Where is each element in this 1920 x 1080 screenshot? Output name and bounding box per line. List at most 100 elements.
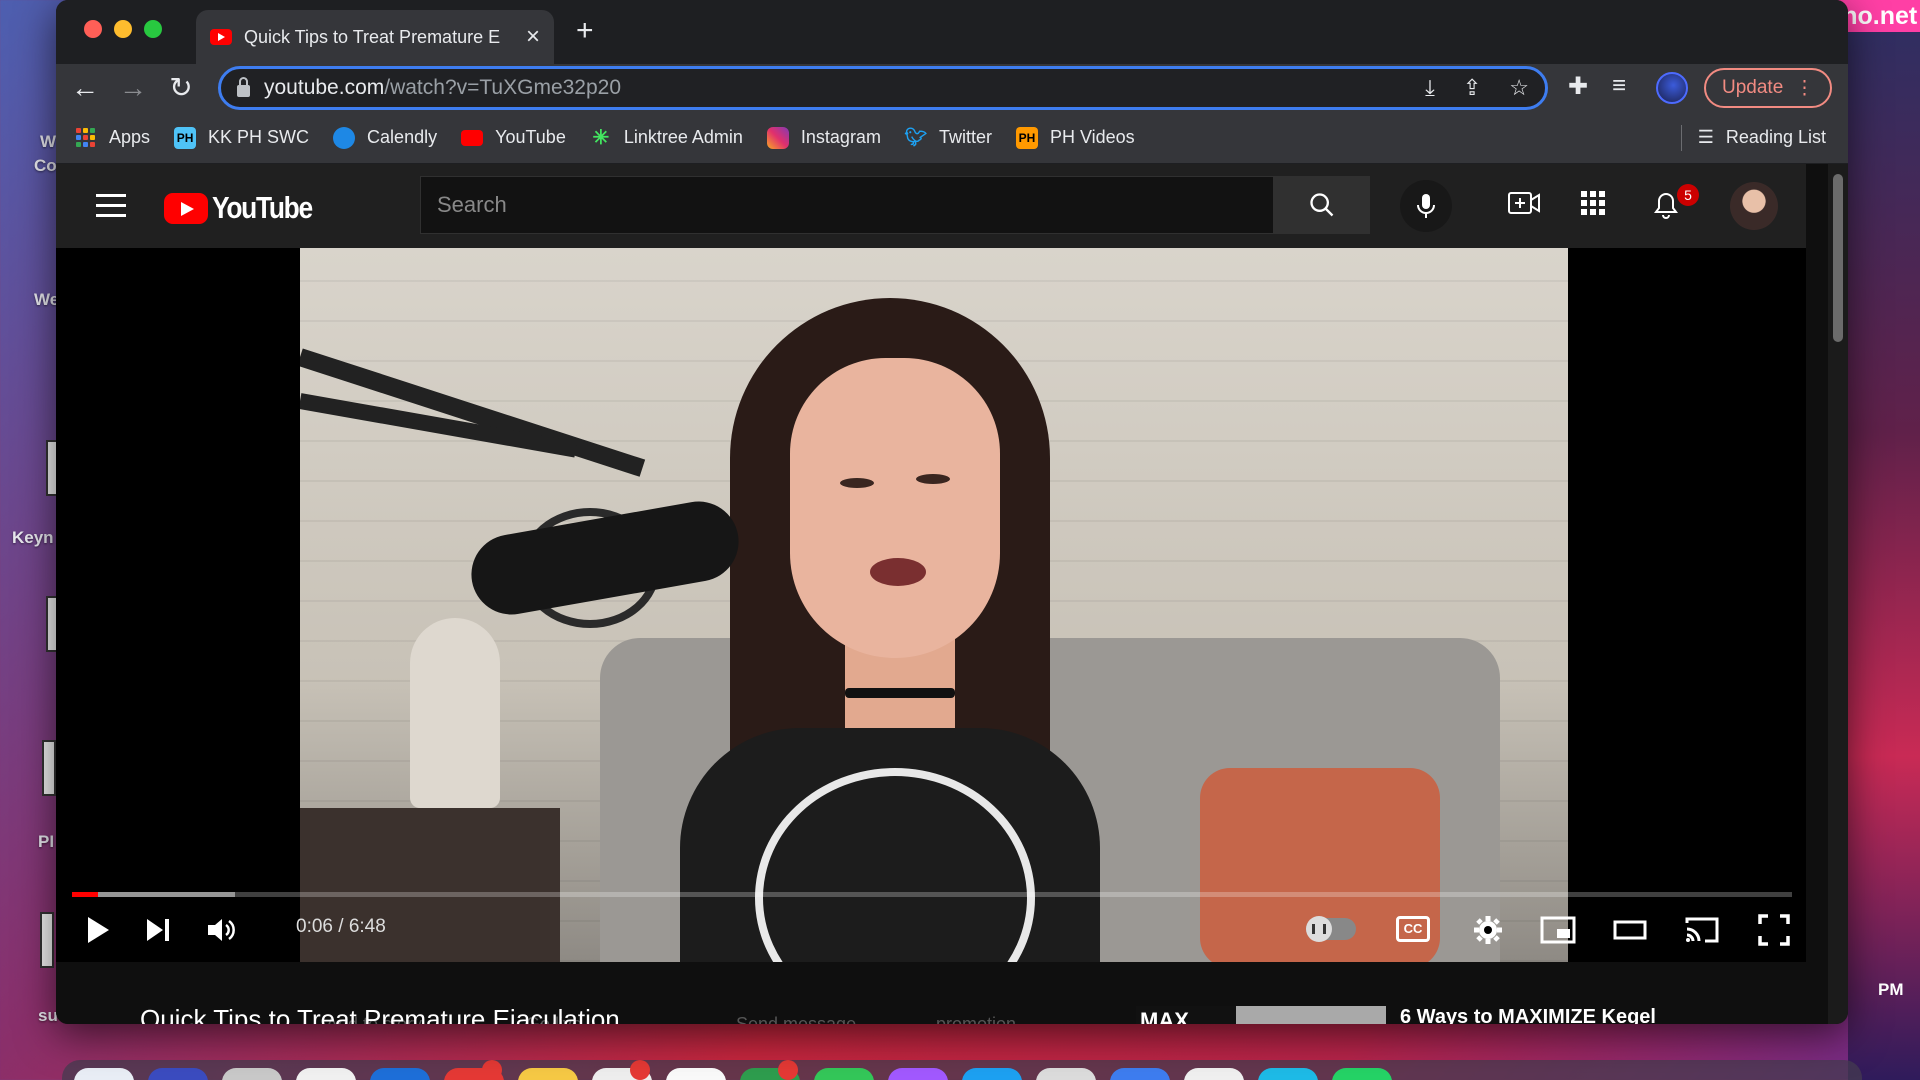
account-avatar[interactable] [1730,182,1778,230]
play-button[interactable] [76,908,120,952]
address-bar-actions: ⤓ ⇪ ☆ [1425,75,1529,101]
reading-list-button[interactable]: ☰ Reading List [1680,124,1826,151]
profile-avatar[interactable] [1656,72,1688,104]
dock-app-icon[interactable] [222,1068,282,1080]
bookmark-label: Twitter [938,127,992,147]
youtube-wordmark: YouTube [212,190,313,225]
volume-icon [208,919,235,941]
install-app-icon[interactable]: ⤓ [1425,75,1435,101]
desktop-label-1: W [40,132,57,151]
time-display: 0:06 / 6:48 [296,916,386,938]
search-input[interactable]: Search [420,176,1274,234]
thumbnail-text: MAX [1140,1008,1189,1024]
update-button[interactable]: Update ⋮ [1704,68,1832,108]
desktop-label-6: su [38,1006,58,1025]
zoom-window-button[interactable] [144,20,162,38]
scrollbar-thumb[interactable] [1833,174,1843,342]
dock-app-icon[interactable] [1258,1068,1318,1080]
page-scrollbar[interactable] [1828,164,1848,1024]
bookmark-calendly[interactable]: Calendly [333,126,437,149]
new-tab-button[interactable]: + [576,14,594,48]
dock [62,1060,1862,1080]
dock-app-icon[interactable] [888,1068,948,1080]
apps-grid-icon[interactable] [1580,190,1606,223]
dock-app-icon[interactable] [1110,1068,1170,1080]
desktop-file-icon[interactable] [40,912,54,968]
notification-badge [482,1060,502,1080]
dock-app-icon[interactable] [1036,1068,1096,1080]
bookmarks-bar: Apps PH KK PH SWC Calendly YouTube ✳ Lin… [56,112,1848,164]
next-button[interactable] [136,908,180,952]
bookmark-label: Apps [109,127,151,147]
bookmark-twitter[interactable]: 🐦︎ Twitter [905,127,992,149]
dock-app-icon[interactable] [444,1060,504,1080]
theater-mode-icon [1613,920,1647,940]
dock-app-icon[interactable] [814,1068,874,1080]
desktop-file-icon[interactable] [42,740,56,796]
tab-active[interactable]: Quick Tips to Treat Premature E × [196,10,554,64]
search-button[interactable] [1274,176,1370,234]
share-icon[interactable]: ⇪ [1463,75,1481,101]
dock-app-icon[interactable] [296,1068,356,1080]
youtube-play-logo-icon [164,192,208,224]
progress-bar[interactable] [72,892,1792,897]
close-tab-icon[interactable]: × [526,23,540,51]
dock-app-icon[interactable] [518,1068,578,1080]
volume-button[interactable] [198,908,246,952]
recommended-video-thumbnail[interactable]: MAX [1136,1006,1386,1024]
browser-window: Quick Tips to Treat Premature E × + ← → … [56,0,1848,1024]
bookmark-apps[interactable]: Apps [76,127,150,148]
bookmark-star-icon[interactable]: ☆ [1509,75,1529,101]
duration: 6:48 [348,916,386,937]
minimize-window-button[interactable] [114,20,132,38]
forward-button[interactable]: → [116,72,150,106]
reload-button[interactable]: ↻ [164,72,198,106]
play-icon [88,917,109,943]
notification-badge [630,1060,650,1080]
notifications-bell-icon[interactable] [1652,190,1680,227]
bookmark-instagram[interactable]: Instagram [766,126,881,149]
lock-icon[interactable] [237,77,250,97]
create-video-icon[interactable] [1508,190,1540,223]
dock-app-icon[interactable] [1184,1068,1244,1080]
extensions-puzzle-icon[interactable]: ✚ [1568,72,1588,101]
bookmark-youtube[interactable]: YouTube [461,127,566,148]
video-player[interactable]: 0:06 / 6:48 CC [56,248,1806,962]
youtube-logo[interactable]: YouTube [164,190,330,226]
dock-app-icon[interactable] [1332,1068,1392,1080]
hamburger-menu-icon[interactable] [96,194,126,224]
url-host: youtube.com [264,76,385,99]
instagram-icon [766,126,789,149]
media-queue-icon[interactable]: ≡ [1612,72,1626,100]
bookmark-ph-videos[interactable]: PH PH Videos [1015,126,1135,149]
microphone-icon [1417,194,1435,218]
video-frame[interactable] [300,248,1568,962]
dock-app-icon[interactable] [74,1068,134,1080]
fullscreen-button[interactable] [1750,908,1798,952]
youtube-favicon-icon [210,29,232,45]
reading-list-label: Reading List [1725,127,1826,147]
recommended-video-title[interactable]: 6 Ways to MAXIMIZE Kegel [1400,1006,1656,1024]
back-button[interactable]: ← [68,72,102,106]
dock-app-icon[interactable] [962,1068,1022,1080]
ghost-text: promotion [936,1014,1017,1024]
address-bar[interactable]: youtube.com/watch?v=TuXGme32p20 ⤓ ⇪ ☆ [218,66,1548,110]
video-title: Quick Tips to Treat Premature Ejaculatio… [140,1004,620,1024]
skip-next-icon [147,919,169,941]
dock-app-icon[interactable] [666,1068,726,1080]
dock-app-icon[interactable] [370,1068,430,1080]
settings-button[interactable] [1466,908,1510,952]
cast-button[interactable] [1678,908,1726,952]
bookmark-linktree-admin[interactable]: ✳ Linktree Admin [590,127,742,149]
dock-app-icon[interactable] [740,1060,800,1080]
theater-mode-button[interactable] [1606,908,1654,952]
calendly-icon [333,126,356,149]
close-window-button[interactable] [84,20,102,38]
miniplayer-button[interactable] [1534,908,1582,952]
dock-app-icon[interactable] [148,1068,208,1080]
autoplay-toggle[interactable] [1306,916,1356,942]
subtitles-button[interactable]: CC [1396,916,1430,942]
dock-app-icon[interactable] [592,1060,652,1080]
bookmark-kk-ph-swc[interactable]: PH KK PH SWC [174,126,309,149]
voice-search-button[interactable] [1400,180,1452,232]
